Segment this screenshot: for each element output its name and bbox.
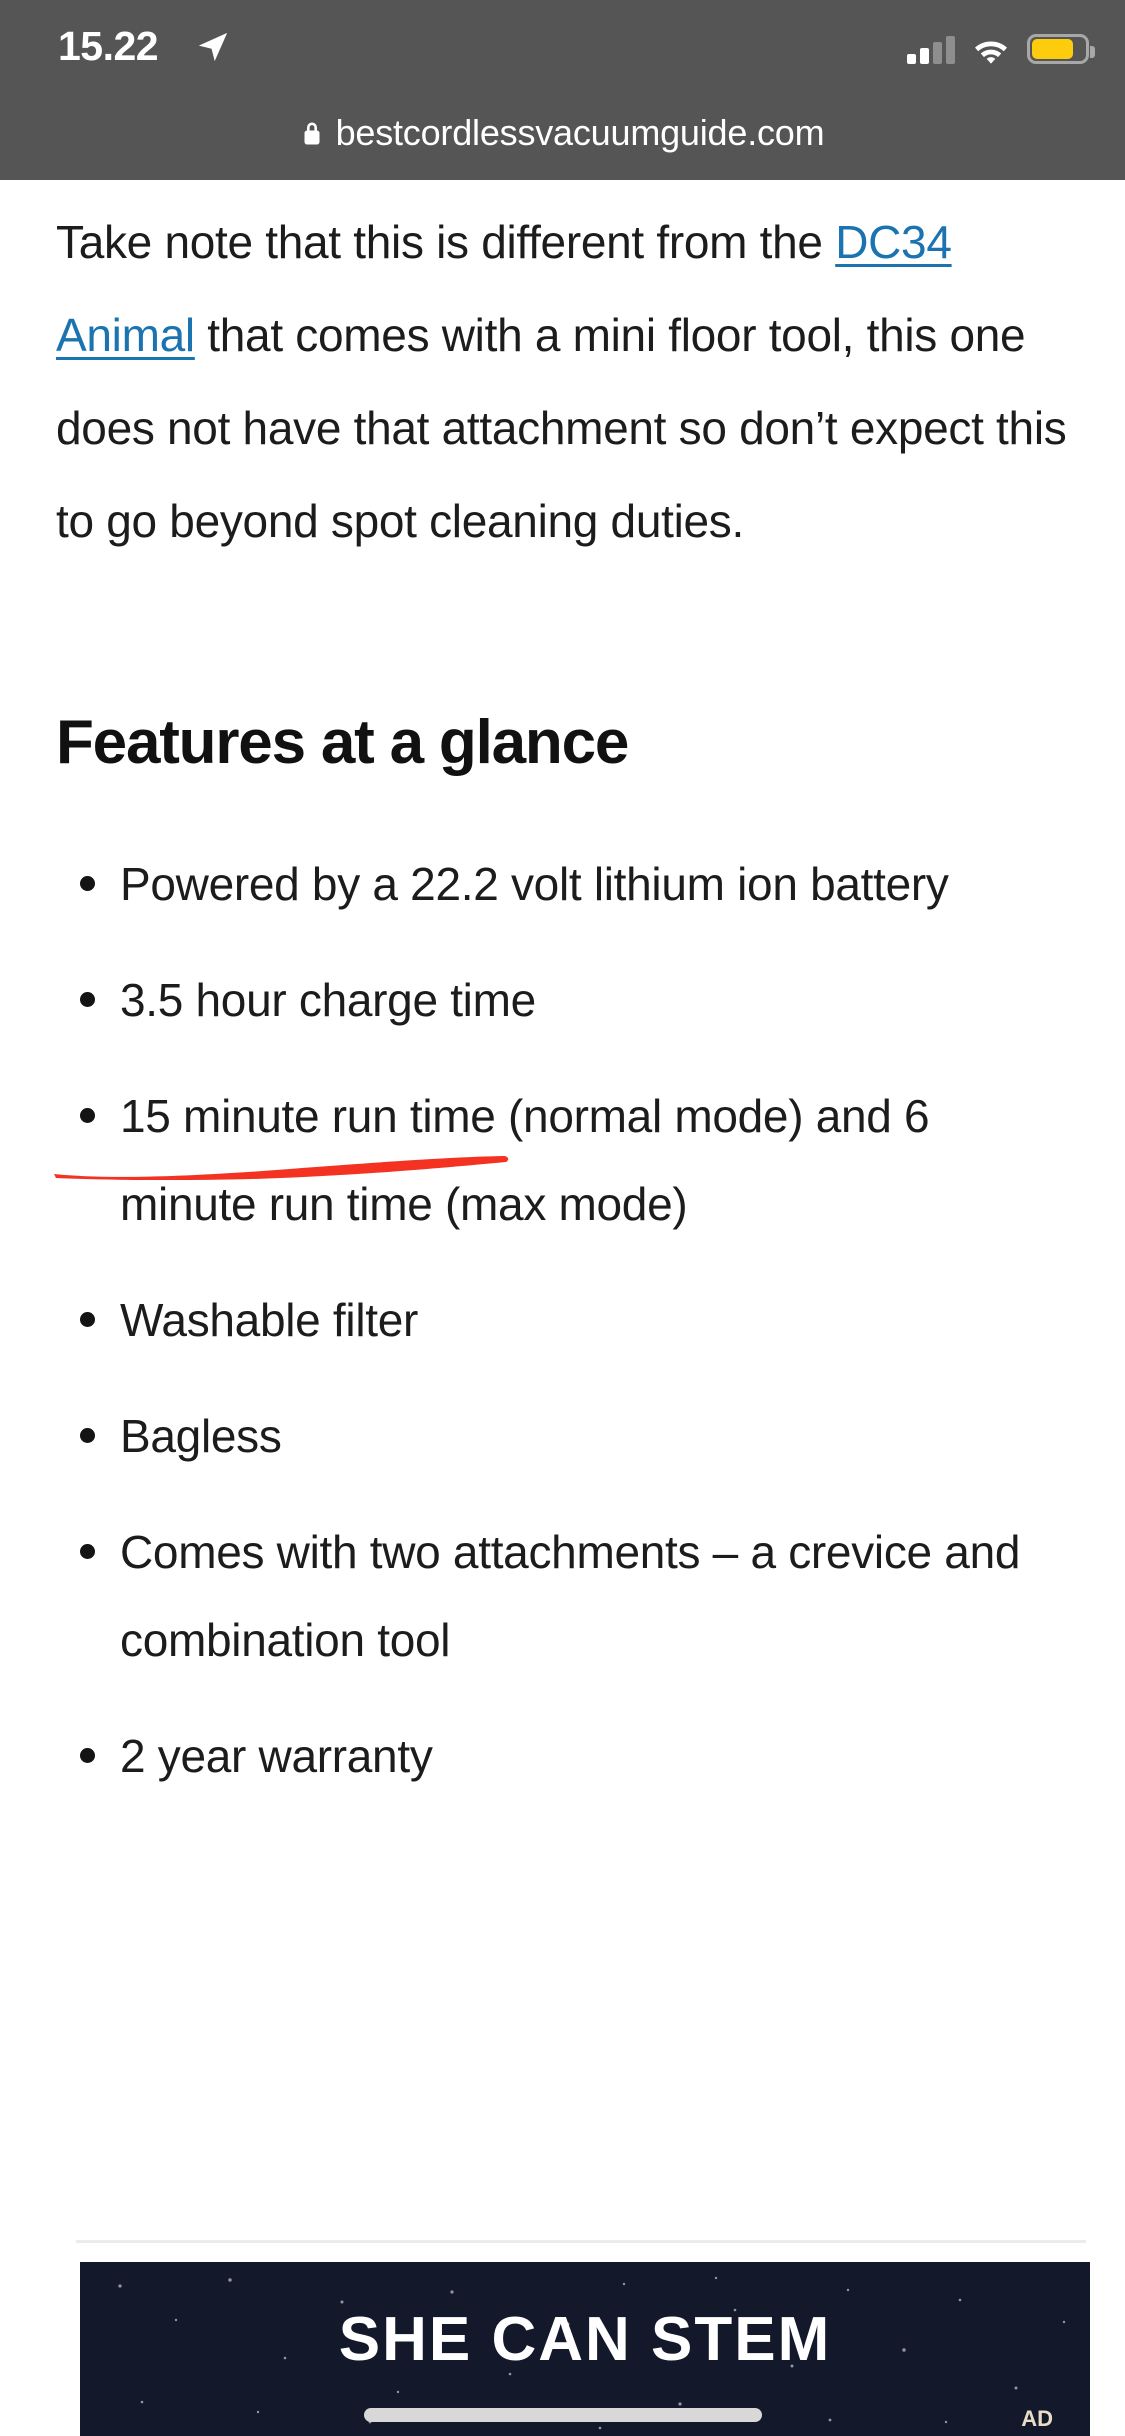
feature-list: Powered by a 22.2 volt lithium ion batte… <box>54 840 1069 1800</box>
list-item-highlighted: 15 minute run time (normal mode) and 6 m… <box>54 1072 1069 1248</box>
list-item: 3.5 hour charge time <box>56 956 1069 1044</box>
section-heading: Features at a glance <box>56 708 629 777</box>
list-item-label: Powered by a 22.2 volt lithium ion batte… <box>120 858 949 910</box>
paragraph-prefix: Take note that this is different from th… <box>56 216 836 268</box>
list-item: Comes with two attachments – a crevice a… <box>56 1508 1069 1684</box>
url-bar[interactable]: bestcordlessvacuumguide.com <box>0 86 1125 180</box>
list-item-label: Bagless <box>120 1410 282 1462</box>
bullet-icon <box>80 1312 95 1327</box>
url-text: bestcordlessvacuumguide.com <box>335 112 825 153</box>
ad-separator <box>76 2240 1086 2243</box>
status-bar-time: 15.22 <box>58 23 159 69</box>
list-item: Washable filter <box>56 1276 1069 1364</box>
bullet-icon <box>80 1428 95 1443</box>
intro-paragraph: Take note that this is different from th… <box>56 180 1069 568</box>
list-item-label: 2 year warranty <box>120 1730 433 1782</box>
status-bar-indicators <box>907 28 1095 64</box>
status-bar: 15.22 <box>0 0 1125 86</box>
red-underline-annotation <box>54 1156 509 1180</box>
paragraph-suffix: that comes with a mini floor tool, this … <box>56 309 1067 547</box>
webpage-content: Take note that this is different from th… <box>0 180 1125 2240</box>
home-indicator[interactable] <box>363 2408 762 2422</box>
phone-screen: 15.22 bestcordlessvacuumguide.com Take n… <box>0 0 1125 2436</box>
cellular-signal-icon <box>907 36 955 64</box>
list-item-label: Comes with two attachments – a crevice a… <box>120 1526 1021 1666</box>
location-arrow-icon <box>198 32 228 62</box>
list-item-label: Washable filter <box>120 1294 419 1346</box>
battery-icon <box>1027 34 1095 64</box>
ad-container: SHE CAN STEM AD <box>0 2240 1125 2436</box>
bullet-icon <box>80 992 95 1007</box>
browser-chrome: 15.22 bestcordlessvacuumguide.com <box>0 0 1125 180</box>
ad-headline: SHE CAN STEM <box>338 2305 832 2374</box>
ad-badge: AD <box>1021 2406 1053 2431</box>
list-item: Powered by a 22.2 volt lithium ion batte… <box>56 840 1069 928</box>
wifi-icon <box>975 41 1007 64</box>
bullet-icon <box>80 876 95 891</box>
list-item-label: 3.5 hour charge time <box>120 974 536 1026</box>
bullet-icon <box>80 1544 95 1559</box>
bullet-icon <box>80 1108 95 1123</box>
list-item: Bagless <box>56 1392 1069 1480</box>
lock-icon <box>304 122 320 145</box>
list-item-label: 15 minute run time (normal mode) and 6 m… <box>120 1090 930 1230</box>
bullet-icon <box>80 1748 95 1763</box>
list-item: 2 year warranty <box>56 1712 1069 1800</box>
